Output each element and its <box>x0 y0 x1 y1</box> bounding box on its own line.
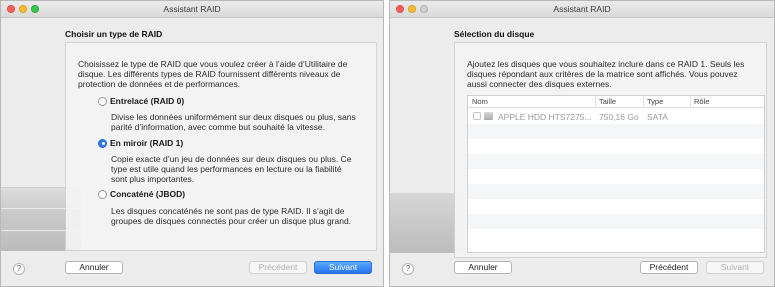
window-title: Assistant RAID <box>163 4 221 14</box>
raid0-description: Divise les données uniformément sur deux… <box>111 112 373 132</box>
next-button[interactable]: Suivant <box>706 261 764 274</box>
table-row-empty <box>468 169 764 184</box>
disk-drive-illustration <box>390 193 464 253</box>
disk-table: Nom Taille Type Rôle APPLE HDD HTS7275..… <box>467 95 765 253</box>
column-header-type[interactable]: Type <box>647 97 663 106</box>
column-header-size[interactable]: Taille <box>599 97 616 106</box>
table-row-empty <box>468 124 764 139</box>
desc-line: Copie exacte d’un jeu de données sur deu… <box>111 154 352 164</box>
help-button[interactable]: ? <box>402 263 414 275</box>
desc-line: Divise les données uniformément sur deux… <box>111 112 356 122</box>
table-row[interactable]: APPLE HDD HTS7275... 750,16 Go SATA <box>468 109 764 124</box>
radio-raid0[interactable]: Entrelacé (RAID 0) <box>98 96 184 106</box>
title-bar: Assistant RAID <box>390 1 774 18</box>
radio-button-icon[interactable] <box>98 189 107 199</box>
desc-line: parité d’information, avec comme but sou… <box>111 122 326 132</box>
table-row-empty <box>468 229 764 244</box>
intro-text: Ajoutez les disques que vous souhaitez i… <box>467 59 765 89</box>
disk-name: APPLE HDD HTS7275... <box>498 112 592 122</box>
column-header-role[interactable]: Rôle <box>694 97 709 106</box>
disk-type: SATA <box>647 112 668 122</box>
table-row-empty <box>468 214 764 229</box>
hard-disk-icon <box>484 112 493 120</box>
intro-line: Choisissez le type de RAID que vous voul… <box>78 59 348 69</box>
radio-raid1[interactable]: En miroir (RAID 1) <box>98 138 183 148</box>
raid-assistant-window-disks: Assistant RAID Sélection du disque Ajout… <box>389 0 775 287</box>
window-title: Assistant RAID <box>553 4 611 14</box>
help-button[interactable]: ? <box>13 263 25 275</box>
radio-jbod[interactable]: Concaténé (JBOD) <box>98 189 185 199</box>
desc-line: type est utile quand les performances en… <box>111 164 342 174</box>
previous-button[interactable]: Précédent <box>640 261 698 274</box>
intro-line: aussi connecter des disques externes. <box>467 79 612 89</box>
cancel-button[interactable]: Annuler <box>65 261 123 274</box>
radio-label: En miroir (RAID 1) <box>110 138 184 148</box>
cancel-button[interactable]: Annuler <box>454 261 512 274</box>
table-row-empty <box>468 154 764 169</box>
intro-text: Choisissez le type de RAID que vous voul… <box>78 59 373 89</box>
jbod-description: Les disques concaténés ne sont pas de ty… <box>111 206 373 226</box>
intro-line: Ajoutez les disques que vous souhaitez i… <box>467 59 745 69</box>
page-title: Choisir un type de RAID <box>65 29 163 39</box>
radio-button-icon[interactable] <box>98 96 107 106</box>
title-bar: Assistant RAID <box>1 1 383 18</box>
radio-label: Entrelacé (RAID 0) <box>110 96 185 106</box>
intro-line: disque. Les différents types de RAID fou… <box>78 69 341 79</box>
intro-line: protection de données et de performances… <box>78 79 241 89</box>
radio-button-selected-icon[interactable] <box>98 138 107 148</box>
column-header-name[interactable]: Nom <box>472 97 488 106</box>
next-button[interactable]: Suivant <box>314 261 372 274</box>
desc-line: sont plus importantes. <box>111 174 195 184</box>
desc-line: groupes de disques connectés pour créer … <box>111 216 352 226</box>
page-title: Sélection du disque <box>454 29 535 39</box>
table-row-empty <box>468 139 764 154</box>
table-row-empty <box>468 199 764 214</box>
raid1-description: Copie exacte d’un jeu de données sur deu… <box>111 154 373 184</box>
previous-button[interactable]: Précédent <box>249 261 307 274</box>
include-disk-checkbox[interactable] <box>473 112 481 120</box>
radio-label: Concaténé (JBOD) <box>110 189 186 199</box>
disk-size: 750,16 Go <box>599 112 639 122</box>
desc-line: Les disques concaténés ne sont pas de ty… <box>111 206 345 216</box>
intro-line: disques répondant aux critères de la mat… <box>467 69 738 79</box>
raid-assistant-window-type: Assistant RAID Choisir un type de RAID C… <box>0 0 384 287</box>
table-header: Nom Taille Type Rôle <box>468 96 764 108</box>
table-row-empty <box>468 184 764 199</box>
